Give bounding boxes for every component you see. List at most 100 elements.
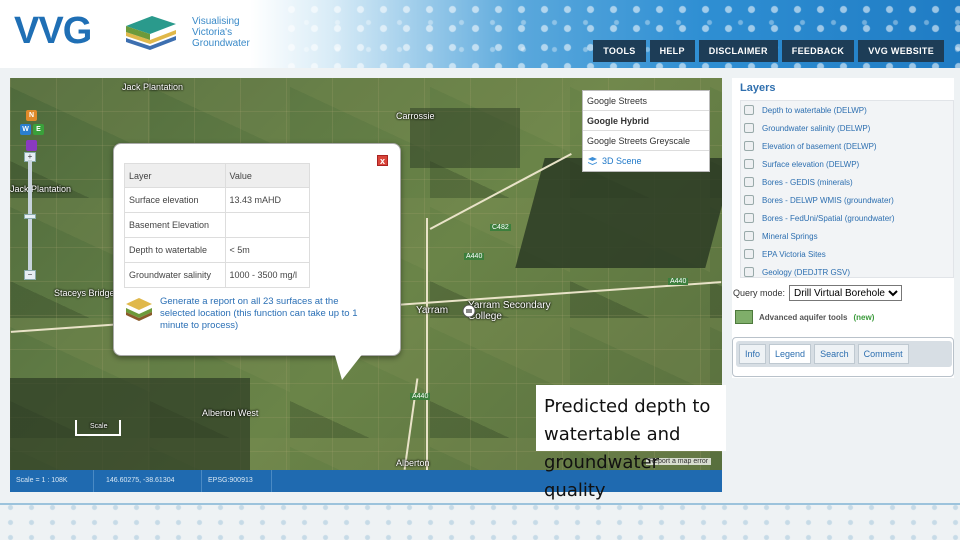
- layers-title: Layers: [740, 82, 776, 94]
- popup-results-table: Layer Value Surface elevation 13.43 mAHD…: [124, 163, 310, 288]
- query-mode-select[interactable]: Drill Virtual Borehole: [789, 285, 903, 301]
- layer-label: Depth to watertable (DELWP): [762, 105, 867, 115]
- new-badge: (new): [853, 312, 875, 322]
- layer-item[interactable]: Bores - FedUni/Spatial (groundwater): [741, 209, 953, 227]
- logo-subtitle: Visualising Victoria's Groundwater: [192, 16, 250, 49]
- layer-item[interactable]: Bores - DELWP WMIS (groundwater): [741, 191, 953, 209]
- road-tag: C482: [490, 224, 511, 231]
- layer-cell: Surface elevation: [124, 187, 226, 213]
- advanced-aquifer-tools-label: Advanced aquifer tools: [759, 312, 848, 322]
- layer-label: EPA Victoria Sites: [762, 249, 826, 259]
- query-mode: Query mode: Drill Virtual Borehole: [733, 285, 903, 301]
- logo-text[interactable]: VVG: [14, 10, 92, 53]
- layer-cell: Groundwater salinity: [124, 262, 226, 288]
- panel-tabs: Info Legend Search Comment: [736, 341, 952, 367]
- pan-tool-badge[interactable]: [26, 140, 37, 151]
- map-scale-label: Scale: [90, 423, 108, 430]
- road-tag: A440: [668, 278, 689, 285]
- tab-legend[interactable]: Legend: [769, 344, 812, 364]
- advanced-aquifer-tools-link[interactable]: Advanced aquifer tools (new): [735, 310, 874, 324]
- value-cell: 13.43 mAHD: [224, 187, 310, 213]
- main-nav: TOOLS HELP DISCLAIMER FEEDBACK VVG WEBSI…: [593, 40, 944, 62]
- layer-label: Bores - DELWP WMIS (groundwater): [762, 195, 894, 205]
- basemap-google-hybrid[interactable]: Google Hybrid: [583, 111, 709, 131]
- generate-report-link[interactable]: Generate a report on all 23 surfaces at …: [124, 296, 374, 332]
- map-place-label: Jack Plantation: [10, 184, 72, 194]
- column-header: Layer: [124, 163, 226, 188]
- map-place-label: Carrossie: [396, 111, 435, 121]
- layer-label: Geology (DEDJTR GSV): [762, 267, 851, 277]
- layer-item[interactable]: EPA Victoria Sites: [741, 245, 953, 263]
- column-header: Value: [224, 163, 310, 188]
- road-tag: A440: [464, 253, 485, 260]
- table-row: Surface elevation 13.43 mAHD: [124, 187, 310, 213]
- layer-checkbox[interactable]: [744, 231, 754, 241]
- layer-label: Mineral Springs: [762, 231, 818, 241]
- map-place-label: Alberton West: [202, 408, 259, 418]
- map-place-label: Yarram Secondary College: [468, 300, 551, 322]
- tab-search[interactable]: Search: [814, 344, 855, 364]
- west-tool-badge[interactable]: W: [20, 124, 31, 135]
- layers-stack-icon: [588, 157, 597, 165]
- popup-close-button[interactable]: x: [377, 155, 388, 166]
- layer-checkbox[interactable]: [744, 249, 754, 259]
- logo-layers-icon: [126, 16, 176, 50]
- logo-subtitle-line: Groundwater: [192, 38, 250, 49]
- layer-label: Bores - FedUni/Spatial (groundwater): [762, 213, 895, 223]
- layer-item[interactable]: Elevation of basement (DELWP): [741, 137, 953, 155]
- layer-checkbox[interactable]: [744, 159, 754, 169]
- basemap-3d-scene-label: 3D Scene: [602, 156, 642, 166]
- query-mode-label: Query mode:: [733, 288, 786, 298]
- nav-disclaimer[interactable]: DISCLAIMER: [698, 40, 778, 62]
- nav-help[interactable]: HELP: [649, 40, 695, 62]
- map-place-label: Yarram: [416, 305, 449, 316]
- value-cell: 1000 - 3500 mg/l: [224, 262, 310, 288]
- layer-item[interactable]: Groundwater salinity (DELWP): [741, 119, 953, 137]
- value-cell: [224, 212, 310, 238]
- layer-label: Surface elevation (DELWP): [762, 159, 860, 169]
- layer-item[interactable]: Bores - GEDIS (minerals): [741, 173, 953, 191]
- layer-item[interactable]: Mineral Springs: [741, 227, 953, 245]
- layer-checkbox[interactable]: [744, 177, 754, 187]
- nav-vvg-website[interactable]: VVG WEBSITE: [858, 40, 944, 62]
- layer-checkbox[interactable]: [744, 213, 754, 223]
- north-tool-badge[interactable]: N: [26, 110, 37, 121]
- layer-label: Elevation of basement (DELWP): [762, 141, 877, 151]
- layer-checkbox[interactable]: [744, 105, 754, 115]
- layer-item[interactable]: Geology (DEDJTR GSV): [741, 263, 953, 281]
- table-header-row: Layer Value: [124, 163, 310, 188]
- logo-subtitle-line: Victoria's: [192, 27, 233, 38]
- footer-bubbles-background: [0, 500, 960, 540]
- map-place-label: Staceys Bridge: [54, 288, 115, 298]
- layer-list: Depth to watertable (DELWP) Groundwater …: [740, 100, 954, 278]
- report-layers-icon: [126, 298, 152, 321]
- road-tag: A440: [410, 393, 431, 400]
- layer-cell: Basement Elevation: [124, 212, 226, 238]
- basemap-3d-scene[interactable]: 3D Scene: [583, 151, 709, 171]
- east-tool-badge[interactable]: E: [33, 124, 44, 135]
- zoom-slider-handle[interactable]: [24, 214, 36, 219]
- nav-tools[interactable]: TOOLS: [593, 40, 646, 62]
- layer-item[interactable]: Depth to watertable (DELWP): [741, 101, 953, 119]
- tab-comment[interactable]: Comment: [857, 344, 909, 364]
- nav-feedback[interactable]: FEEDBACK: [781, 40, 855, 62]
- scale-readout: Scale = 1 : 108K: [10, 470, 94, 492]
- footer-divider: [0, 503, 960, 505]
- aquifer-tools-icon: [735, 310, 753, 324]
- layer-checkbox[interactable]: [744, 141, 754, 151]
- layer-checkbox[interactable]: [744, 123, 754, 133]
- zoom-out-button[interactable]: −: [24, 270, 36, 280]
- basemap-google-streets-greyscale[interactable]: Google Streets Greyscale: [583, 131, 709, 151]
- basemap-switcher: Google Streets Google Hybrid Google Stre…: [582, 90, 710, 172]
- layer-checkbox[interactable]: [744, 267, 754, 277]
- logo-subtitle-line: Visualising: [192, 16, 240, 27]
- projection-readout: EPSG:900913: [202, 470, 272, 492]
- layer-item[interactable]: Surface elevation (DELWP): [741, 155, 953, 173]
- tab-info[interactable]: Info: [739, 344, 767, 364]
- map-road: [426, 218, 428, 470]
- layer-checkbox[interactable]: [744, 195, 754, 205]
- basemap-google-streets[interactable]: Google Streets: [583, 91, 709, 111]
- map-place-label: Alberton: [396, 458, 430, 468]
- header: VVG Visualising Victoria's Groundwater T…: [0, 0, 960, 68]
- school-pin-icon[interactable]: [462, 304, 476, 318]
